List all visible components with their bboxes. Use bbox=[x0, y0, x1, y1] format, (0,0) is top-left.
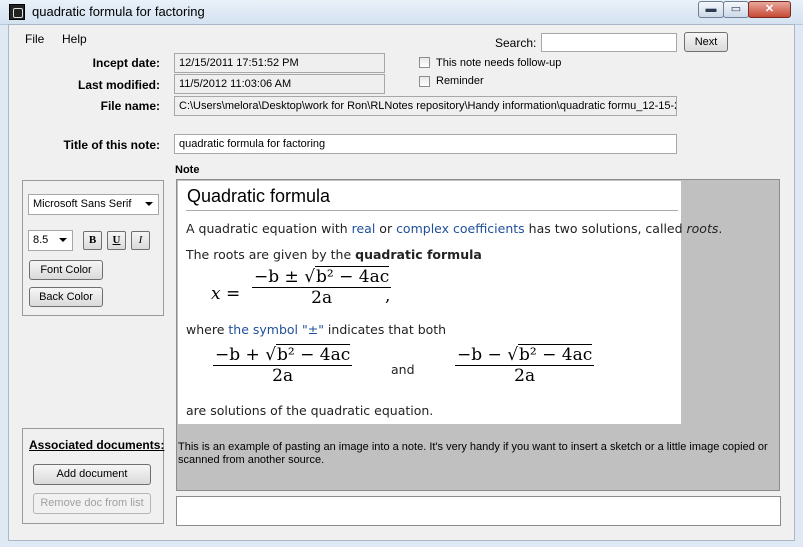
followup-checkbox[interactable] bbox=[419, 57, 430, 68]
text-roots: roots bbox=[686, 221, 719, 236]
next-button[interactable]: Next bbox=[684, 32, 728, 52]
associated-documents-heading: Associated documents: bbox=[29, 438, 165, 452]
note-caption: This is an example of pasting an image i… bbox=[178, 441, 768, 466]
bold-button[interactable]: B bbox=[83, 231, 102, 250]
italic-button[interactable]: I bbox=[131, 231, 150, 250]
text: has two solutions, called bbox=[524, 221, 687, 236]
text: A quadratic equation with bbox=[186, 221, 352, 236]
search-input[interactable] bbox=[541, 33, 677, 52]
search-label: Search: bbox=[495, 36, 537, 50]
secondary-input[interactable] bbox=[176, 496, 781, 526]
denominator: 2a bbox=[514, 366, 536, 386]
numerator: −b ± bbox=[254, 267, 305, 287]
back-color-button[interactable]: Back Color bbox=[29, 287, 103, 307]
file-name-field: C:\Users\melora\Desktop\work for Ron\RLN… bbox=[174, 96, 677, 116]
close-button[interactable]: ✕ bbox=[748, 1, 791, 18]
pasted-image: Quadratic formula A quadratic equation w… bbox=[178, 181, 722, 424]
link-real: real bbox=[351, 221, 376, 236]
note-label: Note bbox=[175, 164, 200, 176]
last-modified-label: Last modified: bbox=[77, 78, 160, 92]
link-complex-coefficients: complex coefficients bbox=[396, 221, 525, 236]
note-title-label: Title of this note: bbox=[63, 138, 160, 152]
chevron-down-icon bbox=[145, 202, 153, 206]
menu-help[interactable]: Help bbox=[62, 32, 87, 46]
and-text: and bbox=[391, 362, 415, 377]
maximize-button[interactable]: ▭ bbox=[723, 1, 749, 18]
font-size-dropdown[interactable]: 8.5 bbox=[28, 230, 73, 251]
link-symbol: the symbol "±" bbox=[228, 322, 324, 337]
remove-document-button[interactable]: Remove doc from list bbox=[33, 493, 151, 514]
app-icon bbox=[9, 4, 25, 20]
text: where bbox=[186, 322, 229, 337]
paragraph-3: where the symbol "±" indicates that both bbox=[186, 322, 446, 337]
add-document-button[interactable]: Add document bbox=[33, 464, 151, 485]
note-heading: Quadratic formula bbox=[187, 186, 331, 206]
minimize-button[interactable]: ▬ bbox=[698, 1, 724, 18]
paragraph-1: A quadratic equation with real or comple… bbox=[186, 221, 722, 236]
denominator: 2a bbox=[272, 366, 294, 386]
numerator: −b + bbox=[215, 345, 266, 365]
chevron-down-icon bbox=[59, 238, 67, 242]
formula-minus: −b − √b² − 4ac 2a bbox=[455, 344, 595, 386]
last-modified-field: 11/5/2012 11:03:06 AM bbox=[174, 74, 385, 94]
formula-comma: , bbox=[385, 286, 391, 306]
incept-date-label: Incept date: bbox=[92, 56, 160, 70]
numerator: −b − bbox=[457, 345, 508, 365]
incept-date-field: 12/15/2011 17:51:52 PM bbox=[174, 53, 385, 73]
file-name-label: File name: bbox=[100, 99, 160, 113]
reminder-label[interactable]: Reminder bbox=[436, 75, 484, 87]
text-quadratic-formula: quadratic formula bbox=[355, 247, 482, 262]
paragraph-4: are solutions of the quadratic equation. bbox=[186, 403, 434, 418]
text: . bbox=[718, 221, 723, 236]
followup-label[interactable]: This note needs follow-up bbox=[436, 57, 561, 69]
font-name-dropdown[interactable]: Microsoft Sans Serif bbox=[28, 194, 159, 215]
radicand: b² − 4ac bbox=[276, 344, 351, 365]
text: or bbox=[375, 221, 397, 236]
denominator: 2a bbox=[311, 288, 333, 308]
formula-lhs: x = bbox=[211, 284, 241, 304]
radicand: b² − 4ac bbox=[315, 266, 390, 287]
heading-divider bbox=[186, 210, 678, 211]
radicand: b² − 4ac bbox=[518, 344, 593, 365]
font-color-button[interactable]: Font Color bbox=[29, 260, 103, 280]
underline-button[interactable]: U bbox=[107, 231, 126, 250]
menu-file[interactable]: File bbox=[25, 32, 44, 46]
paragraph-2: The roots are given by the quadratic for… bbox=[186, 247, 482, 262]
note-title-input[interactable]: quadratic formula for factoring bbox=[174, 134, 677, 154]
window-title: quadratic formula for factoring bbox=[32, 4, 205, 19]
text: The roots are given by the bbox=[186, 247, 356, 262]
text: indicates that both bbox=[323, 322, 447, 337]
font-size-value: 8.5 bbox=[33, 234, 49, 246]
reminder-checkbox[interactable] bbox=[419, 76, 430, 87]
formula-main: −b ± √b² − 4ac 2a bbox=[252, 266, 392, 308]
font-name-value: Microsoft Sans Serif bbox=[33, 198, 132, 210]
formula-plus: −b + √b² − 4ac 2a bbox=[213, 344, 353, 386]
